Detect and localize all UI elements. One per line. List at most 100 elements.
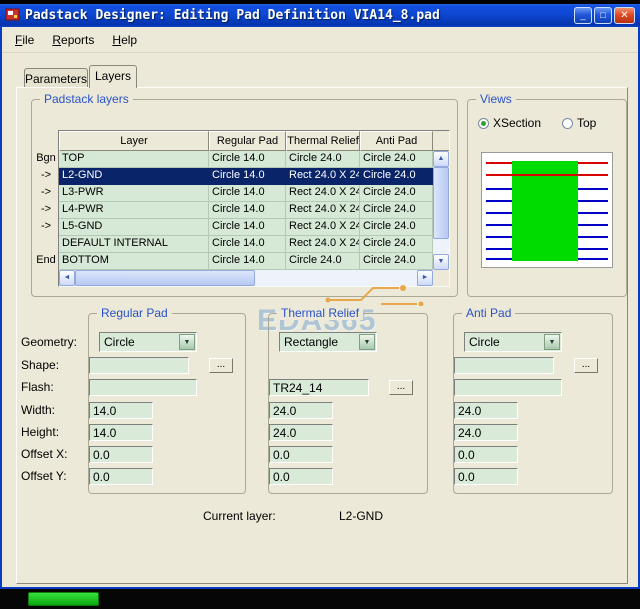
thermal-width-field[interactable] bbox=[269, 402, 333, 419]
cell-thermal-relief: Circle 24.0 bbox=[286, 253, 360, 270]
cell-anti-pad: Circle 24.0 bbox=[360, 236, 433, 253]
anti-shape-browse-button[interactable]: ... bbox=[574, 358, 598, 373]
chevron-down-icon[interactable]: ▼ bbox=[179, 334, 195, 350]
menu-reports[interactable]: Reports bbox=[43, 30, 103, 50]
cell-thermal-relief: Rect 24.0 X 24 bbox=[286, 168, 360, 185]
current-layer-label: Current layer: bbox=[203, 509, 276, 523]
scroll-right-button[interactable]: ► bbox=[417, 270, 433, 286]
table-row-l4-pwr[interactable]: L4-PWR Circle 14.0 Rect 24.0 X 24 Circle… bbox=[59, 202, 433, 219]
width-label: Width: bbox=[21, 403, 85, 417]
anti-flash-field[interactable] bbox=[454, 379, 562, 396]
regular-pad-title: Regular Pad bbox=[97, 306, 172, 320]
tab-layers[interactable]: Layers bbox=[89, 65, 137, 88]
scrollbar-corner bbox=[433, 270, 449, 286]
offset-y-label: Offset Y: bbox=[21, 469, 85, 483]
horizontal-scroll-track[interactable] bbox=[255, 270, 417, 286]
menu-file[interactable]: File bbox=[6, 30, 43, 50]
flash-label: Flash: bbox=[21, 380, 85, 394]
current-layer-value: L2-GND bbox=[339, 509, 383, 523]
maximize-icon: □ bbox=[600, 10, 605, 20]
anti-offset-x-field[interactable] bbox=[454, 446, 518, 463]
table-row-l2-gnd-selected[interactable]: L2-GND Circle 14.0 Rect 24.0 X 24 Circle… bbox=[59, 168, 433, 185]
scroll-up-button[interactable]: ▲ bbox=[433, 151, 449, 167]
regular-shape-browse-button[interactable]: ... bbox=[209, 358, 233, 373]
anti-geometry-combobox[interactable]: Circle ▼ bbox=[464, 332, 562, 352]
cell-layer: L4-PWR bbox=[59, 202, 209, 219]
thermal-relief-title: Thermal Relief bbox=[277, 306, 363, 320]
anti-height-field[interactable] bbox=[454, 424, 518, 441]
cell-layer: DEFAULT INTERNAL bbox=[59, 236, 209, 253]
cell-anti-pad: Circle 24.0 bbox=[360, 219, 433, 236]
thermal-flash-browse-button[interactable]: ... bbox=[389, 380, 413, 395]
padstack-layers-group: Padstack layers Bgn -> -> -> -> End Laye… bbox=[31, 99, 458, 297]
table-row-l5-gnd[interactable]: L5-GND Circle 14.0 Rect 24.0 X 24 Circle… bbox=[59, 219, 433, 236]
regular-shape-field[interactable] bbox=[89, 357, 189, 374]
table-row-top[interactable]: TOP Circle 14.0 Circle 24.0 Circle 24.0 bbox=[59, 151, 433, 168]
horizontal-scrollbar[interactable]: ◄ ► bbox=[59, 270, 433, 286]
app-icon[interactable] bbox=[5, 7, 20, 25]
header-corner bbox=[433, 131, 449, 151]
maximize-button[interactable]: □ bbox=[594, 7, 612, 24]
cell-anti-pad: Circle 24.0 bbox=[360, 168, 433, 185]
top-radio-label: Top bbox=[577, 116, 596, 130]
cell-thermal-relief: Rect 24.0 X 24 bbox=[286, 236, 360, 253]
cell-regular-pad: Circle 14.0 bbox=[209, 253, 286, 270]
anti-width-field[interactable] bbox=[454, 402, 518, 419]
close-button[interactable]: ✕ bbox=[614, 7, 635, 24]
radio-button-icon bbox=[562, 118, 573, 129]
row-marker: -> bbox=[34, 184, 58, 201]
cell-anti-pad: Circle 24.0 bbox=[360, 185, 433, 202]
thermal-flash-field[interactable] bbox=[269, 379, 369, 396]
thermal-geometry-value: Rectangle bbox=[284, 335, 338, 349]
thermal-offset-y-field[interactable] bbox=[269, 468, 333, 485]
regular-offset-x-field[interactable] bbox=[89, 446, 153, 463]
anti-offset-y-field[interactable] bbox=[454, 468, 518, 485]
cell-regular-pad: Circle 14.0 bbox=[209, 202, 286, 219]
chevron-down-icon[interactable]: ▼ bbox=[544, 334, 560, 350]
regular-width-field[interactable] bbox=[89, 402, 153, 419]
menu-help[interactable]: Help bbox=[103, 30, 146, 50]
scroll-left-button[interactable]: ◄ bbox=[59, 270, 75, 286]
cell-regular-pad: Circle 14.0 bbox=[209, 151, 286, 168]
table-row-default-internal[interactable]: DEFAULT INTERNAL Circle 14.0 Rect 24.0 X… bbox=[59, 236, 433, 253]
menu-file-rest: ile bbox=[22, 33, 34, 47]
cell-thermal-relief: Rect 24.0 X 24 bbox=[286, 185, 360, 202]
anti-pad-title: Anti Pad bbox=[462, 306, 515, 320]
minimize-button[interactable]: _ bbox=[574, 7, 592, 24]
cell-layer: BOTTOM bbox=[59, 253, 209, 270]
taskbar-item[interactable] bbox=[28, 592, 99, 606]
vertical-scrollbar[interactable]: ▲ ▼ bbox=[433, 151, 449, 270]
top-radio[interactable]: Top bbox=[562, 116, 596, 130]
xsection-radio-label: XSection bbox=[493, 116, 541, 130]
thermal-height-field[interactable] bbox=[269, 424, 333, 441]
cell-regular-pad: Circle 14.0 bbox=[209, 168, 286, 185]
vertical-scroll-track[interactable] bbox=[433, 239, 449, 254]
anti-shape-field[interactable] bbox=[454, 357, 554, 374]
thermal-offset-x-field[interactable] bbox=[269, 446, 333, 463]
xsection-preview bbox=[481, 152, 613, 268]
regular-offset-y-field[interactable] bbox=[89, 468, 153, 485]
horizontal-scroll-thumb[interactable] bbox=[75, 270, 255, 286]
titlebar[interactable]: Padstack Designer: Editing Pad Definitio… bbox=[0, 4, 640, 27]
shape-label: Shape: bbox=[21, 358, 85, 372]
row-marker: -> bbox=[34, 218, 58, 235]
layers-table: Layer Regular Pad Thermal Relief Anti Pa… bbox=[58, 130, 450, 287]
scroll-down-button[interactable]: ▼ bbox=[433, 254, 449, 270]
window-controls: _ □ ✕ bbox=[574, 7, 635, 24]
height-label: Height: bbox=[21, 425, 85, 439]
column-header-anti-pad: Anti Pad bbox=[360, 131, 433, 151]
regular-geometry-combobox[interactable]: Circle ▼ bbox=[99, 332, 197, 352]
tab-parameters[interactable]: Parameters bbox=[24, 68, 88, 87]
chevron-down-icon[interactable]: ▼ bbox=[359, 334, 375, 350]
table-row-bottom[interactable]: BOTTOM Circle 14.0 Circle 24.0 Circle 24… bbox=[59, 253, 433, 270]
geometry-label: Geometry: bbox=[21, 335, 85, 349]
thermal-geometry-combobox[interactable]: Rectangle ▼ bbox=[279, 332, 377, 352]
regular-flash-field[interactable] bbox=[89, 379, 197, 396]
padstack-designer-window: Padstack Designer: Editing Pad Definitio… bbox=[0, 4, 640, 589]
xsection-radio[interactable]: XSection bbox=[478, 116, 541, 130]
menu-reports-rest: eports bbox=[61, 33, 94, 47]
vertical-scroll-thumb[interactable] bbox=[433, 167, 449, 239]
regular-height-field[interactable] bbox=[89, 424, 153, 441]
table-row-l3-pwr[interactable]: L3-PWR Circle 14.0 Rect 24.0 X 24 Circle… bbox=[59, 185, 433, 202]
scroll-down-icon: ▼ bbox=[438, 258, 445, 265]
